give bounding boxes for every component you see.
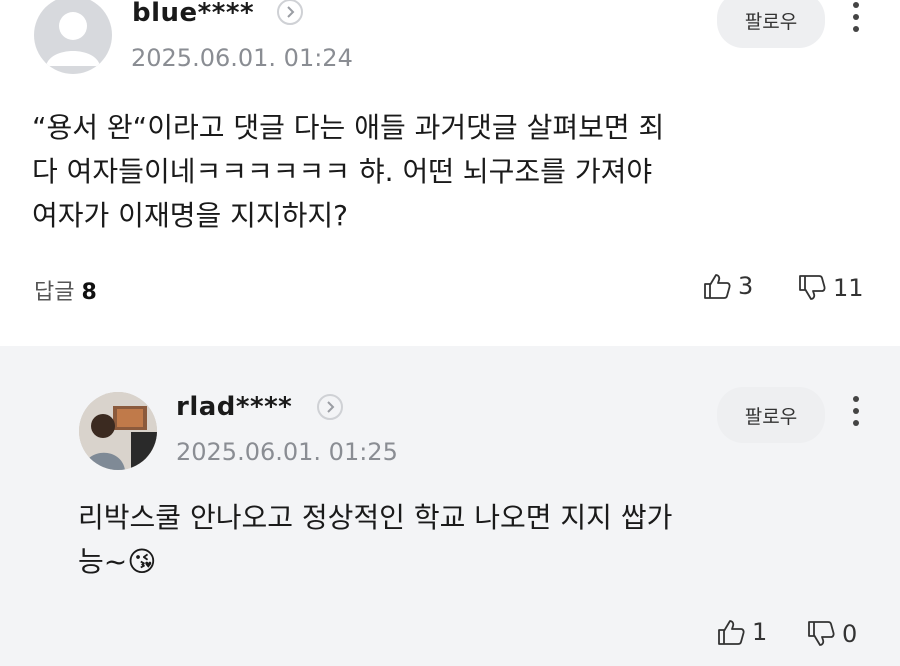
photo-avatar[interactable] bbox=[79, 392, 157, 470]
timestamp: 2025.06.01. 01:25 bbox=[176, 438, 398, 466]
thumbs-down-icon bbox=[799, 275, 826, 300]
chevron-right-icon[interactable] bbox=[317, 394, 343, 420]
like-count: 3 bbox=[738, 272, 754, 300]
comment-text: “용서 완“이라고 댓글 다는 애들 과거댓글 살펴보면 죄 다 여자들이네ㅋㅋ… bbox=[32, 106, 664, 238]
follow-button[interactable]: 팔로우 bbox=[717, 387, 825, 443]
chevron-right-icon[interactable] bbox=[277, 0, 303, 25]
comment-text-line: 여자가 이재명을 지지하지? bbox=[32, 199, 349, 232]
reply-item: rlad**** 2025.06.01. 01:25 팔로우 리박스쿨 안나오고… bbox=[0, 346, 900, 666]
dislike-count: 11 bbox=[833, 274, 864, 302]
thumbs-up-icon bbox=[704, 274, 731, 299]
reply-count: 8 bbox=[81, 280, 97, 305]
like-button[interactable]: 3 bbox=[702, 272, 753, 300]
comment-text-line: 능~😘 bbox=[78, 545, 157, 578]
default-avatar-icon[interactable] bbox=[34, 0, 112, 74]
comment-text-line: “용서 완“이라고 댓글 다는 애들 과거댓글 살펴보면 죄 bbox=[32, 111, 665, 144]
dislike-button[interactable]: 0 bbox=[806, 620, 857, 648]
reply-count-button[interactable]: 답글 8 bbox=[34, 274, 97, 306]
username[interactable]: blue**** bbox=[132, 0, 254, 28]
comment-text-line: 리박스쿨 안나오고 정상적인 학교 나오면 지지 쌉가 bbox=[78, 501, 673, 534]
dislike-button[interactable]: 11 bbox=[797, 274, 864, 302]
timestamp: 2025.06.01. 01:24 bbox=[131, 44, 353, 72]
follow-button[interactable]: 팔로우 bbox=[717, 0, 825, 48]
comment-text-line: 다 여자들이네ㅋㅋㅋㅋㅋㅋ 햐. 어떤 뇌구조를 가져야 bbox=[32, 155, 653, 188]
reply-label: 답글 bbox=[34, 280, 75, 305]
username[interactable]: rlad**** bbox=[176, 392, 292, 422]
thumbs-up-icon bbox=[718, 620, 745, 645]
more-options-icon[interactable] bbox=[851, 2, 861, 32]
thumbs-down-icon bbox=[808, 621, 835, 646]
more-options-icon[interactable] bbox=[851, 396, 861, 426]
comment-text: 리박스쿨 안나오고 정상적인 학교 나오면 지지 쌉가 능~😘 bbox=[78, 496, 672, 584]
dislike-count: 0 bbox=[842, 620, 858, 648]
comment-item: blue**** 2025.06.01. 01:24 팔로우 “용서 완“이라고… bbox=[0, 0, 900, 346]
like-button[interactable]: 1 bbox=[716, 618, 767, 646]
like-count: 1 bbox=[752, 618, 768, 646]
